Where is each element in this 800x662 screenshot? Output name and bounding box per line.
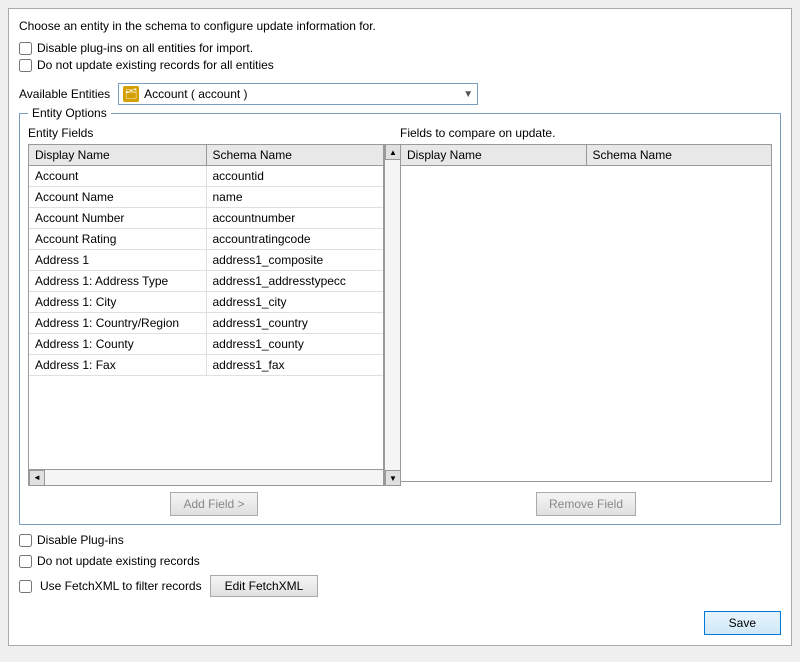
table-row[interactable]: Address 1: Faxaddress1_fax	[29, 355, 383, 376]
v-scrollbar: ▲ ▼	[384, 144, 400, 486]
display-name-cell: Address 1: Fax	[29, 355, 207, 375]
compare-fields-table: Display Name Schema Name	[400, 144, 772, 482]
entity-selected-value: Account ( account )	[144, 87, 463, 101]
schema-name-cell: accountratingcode	[207, 229, 384, 249]
compare-fields-title: Fields to compare on update.	[400, 126, 772, 140]
entity-fields-table: Display Name Schema Name Accountaccounti…	[28, 144, 384, 486]
disable-plugins-label: Disable Plug-ins	[37, 533, 124, 547]
fields-section: Entity Fields Display Name Schema Name A…	[28, 126, 772, 516]
page-description: Choose an entity in the schema to config…	[19, 19, 781, 33]
right-col1-header: Display Name	[401, 145, 587, 165]
h-scroll-left-btn[interactable]: ◄	[29, 470, 45, 486]
entity-dropdown[interactable]: 🗂 Account ( account ) ▼	[118, 83, 478, 105]
h-scroll-track	[45, 470, 383, 485]
use-fetchxml-label: Use FetchXML to filter records	[40, 579, 202, 593]
compare-fields-header: Display Name Schema Name	[401, 145, 771, 166]
v-scroll-down-btn[interactable]: ▼	[385, 470, 401, 486]
disable-plugins-all-label: Disable plug-ins on all entities for imp…	[37, 41, 253, 55]
fetchxml-row: Use FetchXML to filter records Edit Fetc…	[19, 575, 781, 597]
display-name-cell: Address 1: Country/Region	[29, 313, 207, 333]
table-row[interactable]: Address 1: Address Typeaddress1_addresst…	[29, 271, 383, 292]
no-update-label: Do not update existing records	[37, 554, 200, 568]
left-table-wrapper: Display Name Schema Name Accountaccounti…	[28, 144, 400, 486]
no-update-all-label: Do not update existing records for all e…	[37, 58, 274, 72]
h-scrollbar: ◄	[29, 469, 383, 485]
v-scroll-up-btn[interactable]: ▲	[385, 144, 401, 160]
entity-options-group: Entity Options Entity Fields Display Nam…	[19, 113, 781, 525]
no-update-row-bottom: Do not update existing records	[19, 554, 781, 568]
entity-fields-panel: Entity Fields Display Name Schema Name A…	[28, 126, 400, 516]
schema-name-cell: accountid	[207, 166, 384, 186]
edit-fetchxml-button[interactable]: Edit FetchXML	[210, 575, 319, 597]
display-name-cell: Account Number	[29, 208, 207, 228]
available-entities-row: Available Entities 🗂 Account ( account )…	[19, 83, 781, 105]
no-update-all-checkbox[interactable]	[19, 59, 32, 72]
schema-name-cell: address1_county	[207, 334, 384, 354]
entity-icon: 🗂	[123, 86, 139, 102]
disable-plugins-row-bottom: Disable Plug-ins	[19, 533, 781, 547]
schema-name-cell: accountnumber	[207, 208, 384, 228]
right-table-wrapper: Display Name Schema Name	[400, 144, 772, 482]
schema-name-cell: address1_country	[207, 313, 384, 333]
schema-name-cell: address1_composite	[207, 250, 384, 270]
display-name-cell: Address 1: County	[29, 334, 207, 354]
save-button[interactable]: Save	[704, 611, 781, 635]
schema-name-cell: name	[207, 187, 384, 207]
display-name-cell: Account Name	[29, 187, 207, 207]
entity-fields-body[interactable]: AccountaccountidAccount NamenameAccount …	[29, 166, 383, 469]
entity-fields-header: Display Name Schema Name	[29, 145, 383, 166]
table-row[interactable]: Address 1: Cityaddress1_city	[29, 292, 383, 313]
global-options: Disable plug-ins on all entities for imp…	[19, 41, 781, 75]
table-row[interactable]: Address 1: Countyaddress1_county	[29, 334, 383, 355]
table-row[interactable]: Account Numberaccountnumber	[29, 208, 383, 229]
display-name-cell: Address 1: Address Type	[29, 271, 207, 291]
bottom-checkboxes: Disable Plug-ins Do not update existing …	[19, 533, 781, 597]
schema-name-cell: address1_addresstypecc	[207, 271, 384, 291]
table-row[interactable]: Accountaccountid	[29, 166, 383, 187]
compare-fields-panel: Fields to compare on update. Display Nam…	[400, 126, 772, 516]
v-scroll-track	[385, 160, 400, 470]
table-row[interactable]: Address 1address1_composite	[29, 250, 383, 271]
schema-name-cell: address1_city	[207, 292, 384, 312]
display-name-cell: Account Rating	[29, 229, 207, 249]
use-fetchxml-checkbox[interactable]	[19, 580, 32, 593]
table-row[interactable]: Address 1: Country/Regionaddress1_countr…	[29, 313, 383, 334]
disable-plugins-checkbox[interactable]	[19, 534, 32, 547]
table-row[interactable]: Account Ratingaccountratingcode	[29, 229, 383, 250]
entity-fields-title: Entity Fields	[28, 126, 400, 140]
available-entities-label: Available Entities	[19, 87, 110, 101]
table-row[interactable]: Account Namename	[29, 187, 383, 208]
add-field-button[interactable]: Add Field >	[170, 492, 257, 516]
save-row: Save	[19, 611, 781, 635]
left-col1-header: Display Name	[29, 145, 207, 165]
display-name-cell: Address 1	[29, 250, 207, 270]
disable-plugins-all-checkbox[interactable]	[19, 42, 32, 55]
entity-options-legend: Entity Options	[28, 106, 111, 120]
dropdown-arrow-icon: ▼	[463, 89, 473, 100]
right-col2-header: Schema Name	[587, 145, 772, 165]
disable-plugins-row: Disable plug-ins on all entities for imp…	[19, 41, 781, 55]
remove-field-button[interactable]: Remove Field	[536, 492, 636, 516]
no-update-all-row: Do not update existing records for all e…	[19, 58, 781, 72]
display-name-cell: Account	[29, 166, 207, 186]
no-update-checkbox[interactable]	[19, 555, 32, 568]
left-col2-header: Schema Name	[207, 145, 384, 165]
bottom-section: Disable Plug-ins Do not update existing …	[19, 533, 781, 605]
schema-name-cell: address1_fax	[207, 355, 384, 375]
compare-fields-body[interactable]	[401, 166, 771, 481]
display-name-cell: Address 1: City	[29, 292, 207, 312]
